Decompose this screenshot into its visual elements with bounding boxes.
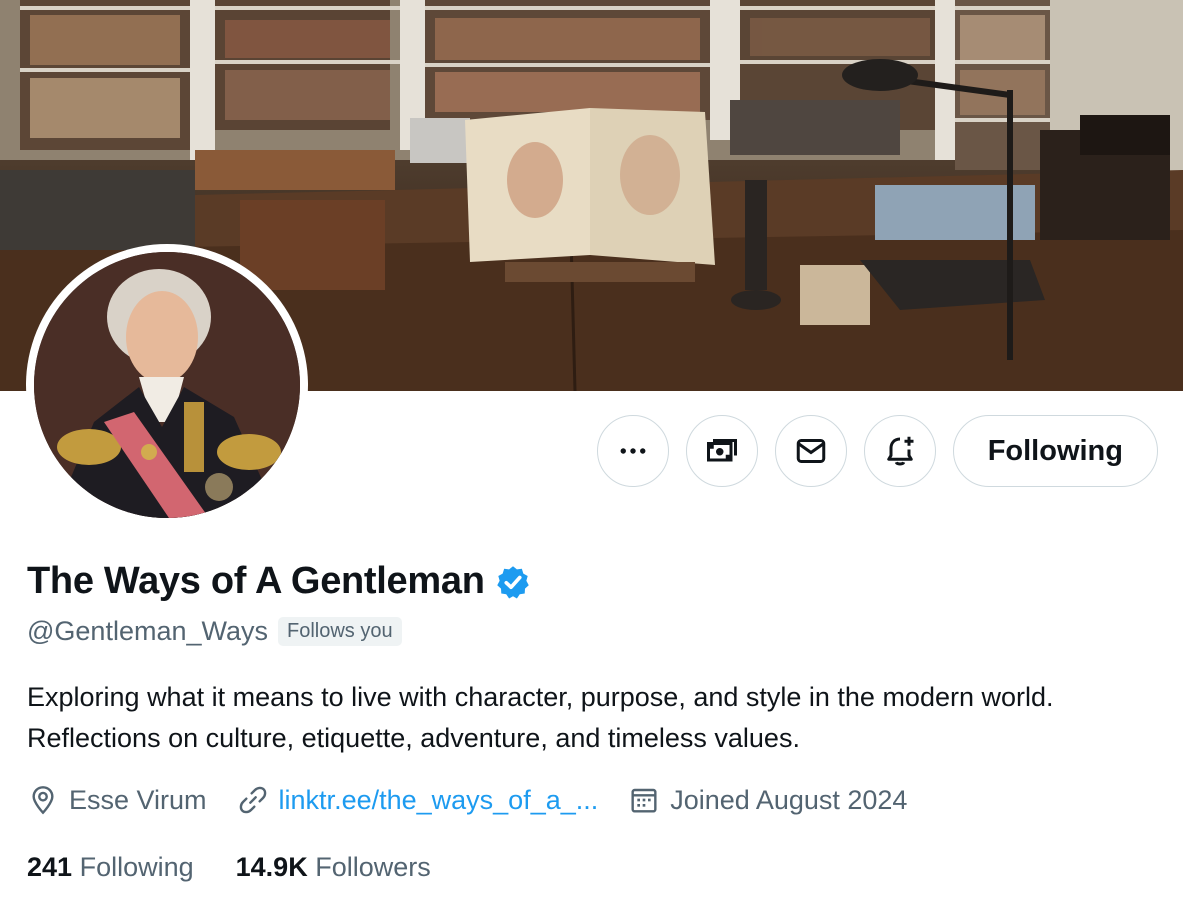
portrait-illustration bbox=[34, 252, 300, 518]
location-text: Esse Virum bbox=[69, 784, 207, 815]
website-link[interactable]: linktr.ee/the_ways_of_a_... bbox=[279, 785, 599, 816]
following-label: Following bbox=[79, 852, 194, 882]
follow-stats: 241 Following 14.9K Followers bbox=[27, 852, 431, 883]
handle-row: @Gentleman_Ways Follows you bbox=[27, 616, 402, 647]
followers-stat[interactable]: 14.9K Followers bbox=[236, 852, 431, 883]
joined-date: Joined August 2024 bbox=[670, 784, 908, 815]
calendar-icon bbox=[631, 788, 657, 813]
link-icon bbox=[239, 786, 266, 814]
following-count: 241 bbox=[27, 852, 73, 882]
display-name: The Ways of A Gentleman bbox=[27, 560, 485, 602]
user-handle: @Gentleman_Ways bbox=[27, 616, 268, 646]
mail-icon bbox=[796, 439, 825, 463]
follows-you-badge: Follows you bbox=[278, 617, 402, 646]
money-icon bbox=[706, 439, 737, 462]
profile-name-row: The Ways of A Gentleman bbox=[27, 560, 531, 603]
following-stat[interactable]: 241 Following bbox=[27, 852, 194, 883]
profile-actions: Following bbox=[596, 415, 1158, 487]
verified-badge-icon[interactable] bbox=[495, 564, 531, 600]
profile-meta: Esse Virum linktr.ee/the_ways_of_a_... J… bbox=[27, 784, 907, 816]
followers-count: 14.9K bbox=[235, 852, 308, 882]
joined-item: Joined August 2024 bbox=[628, 784, 907, 816]
more-icon bbox=[620, 448, 646, 454]
followers-label: Followers bbox=[315, 852, 431, 882]
following-button[interactable]: Following bbox=[952, 415, 1158, 487]
more-options-button[interactable] bbox=[596, 415, 669, 487]
bell-plus-icon bbox=[886, 436, 914, 466]
notifications-button[interactable] bbox=[863, 415, 936, 487]
profile-avatar[interactable] bbox=[26, 244, 308, 526]
message-button[interactable] bbox=[774, 415, 847, 487]
location-pin-icon bbox=[32, 786, 54, 815]
profile-bio: Exploring what it means to live with cha… bbox=[27, 682, 1054, 753]
subscribe-button[interactable] bbox=[685, 415, 758, 487]
website-item: linktr.ee/the_ways_of_a_... bbox=[237, 784, 599, 816]
avatar-portrait bbox=[34, 252, 300, 518]
location-item: Esse Virum bbox=[27, 784, 207, 816]
